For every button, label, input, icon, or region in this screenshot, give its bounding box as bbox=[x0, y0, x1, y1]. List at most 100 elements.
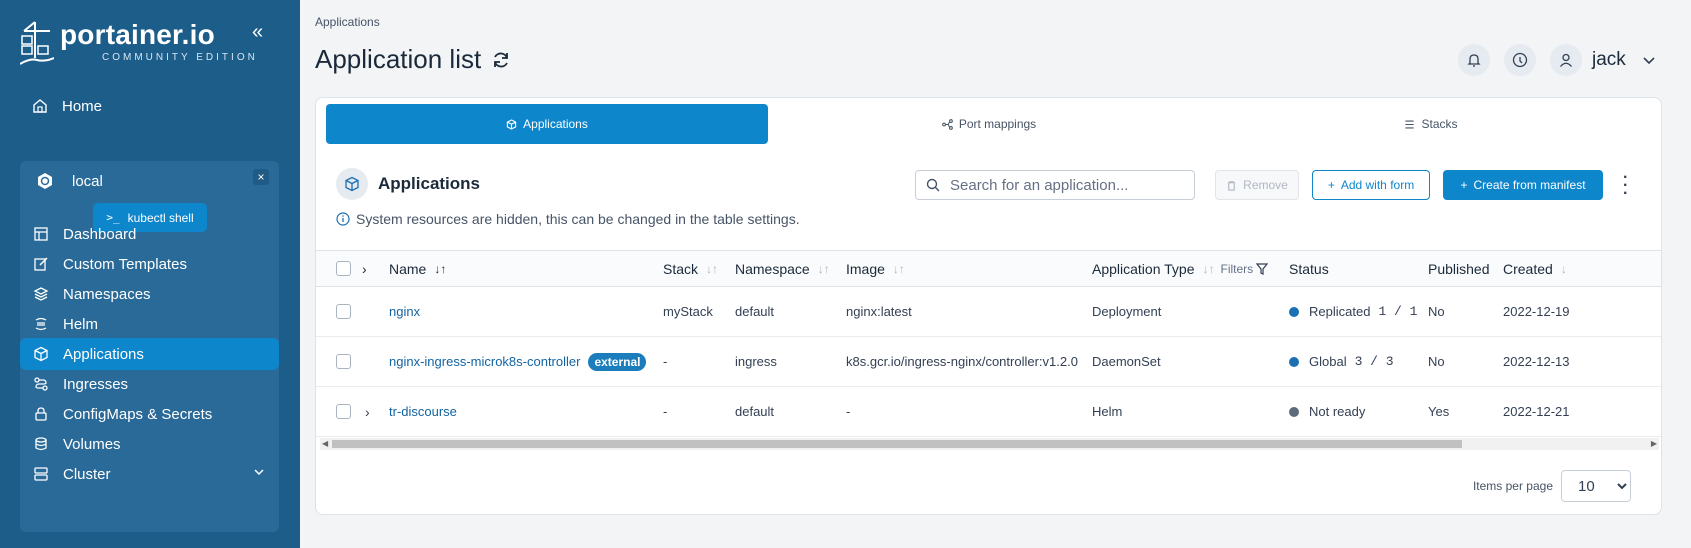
column-label: Published bbox=[1428, 260, 1490, 277]
application-name-link[interactable]: tr-discourse bbox=[389, 404, 457, 419]
chevron-down-icon[interactable] bbox=[1642, 53, 1656, 67]
application-name-link[interactable]: nginx-ingress-microk8s-controller bbox=[389, 354, 580, 369]
add-with-form-label: Add with form bbox=[1340, 178, 1415, 192]
sidebar: portainer.io COMMUNITY EDITION « Home lo… bbox=[0, 0, 300, 548]
sidebar-item-custom-templates[interactable]: Custom Templates bbox=[20, 248, 279, 280]
section-title: Applications bbox=[378, 174, 481, 193]
pagination: Items per page 10 bbox=[1473, 470, 1631, 502]
collapse-sidebar-icon[interactable]: « bbox=[252, 22, 274, 44]
avatar bbox=[1550, 44, 1582, 76]
sidebar-item-label: Custom Templates bbox=[63, 255, 187, 273]
network-icon bbox=[941, 118, 953, 130]
column-label: Created bbox=[1503, 260, 1553, 277]
search-input[interactable] bbox=[950, 176, 1190, 194]
application-name-link[interactable]: nginx bbox=[389, 304, 420, 319]
sidebar-item-label: Dashboard bbox=[63, 225, 137, 243]
select-all-checkbox[interactable] bbox=[336, 261, 351, 276]
scroll-left-icon[interactable]: ◀ bbox=[322, 439, 328, 448]
create-from-manifest-label: Create from manifest bbox=[1473, 178, 1586, 192]
column-label: Namespace bbox=[735, 260, 810, 277]
plus-icon: + bbox=[1460, 178, 1468, 192]
sidebar-item-cluster[interactable]: Cluster bbox=[20, 458, 279, 490]
column-header-application-type[interactable]: Application Type ↓↑ Filters bbox=[1092, 251, 1269, 286]
sidebar-item-label: Home bbox=[62, 97, 103, 115]
sidebar-item-applications[interactable]: Applications bbox=[20, 338, 279, 370]
environment-header: local bbox=[20, 165, 279, 197]
external-badge: external bbox=[588, 352, 647, 371]
sort-icon: ↓↑ bbox=[817, 261, 830, 276]
chevron-down-icon[interactable] bbox=[253, 466, 265, 478]
application-type-cell: Helm bbox=[1092, 404, 1123, 419]
user-name: jack bbox=[1592, 49, 1626, 70]
column-header-namespace[interactable]: Namespace ↓↑ bbox=[735, 251, 830, 286]
image-cell: k8s.gcr.io/ingress-nginx/controller:v1.2… bbox=[846, 354, 1078, 369]
close-environment-icon[interactable]: × bbox=[253, 169, 269, 185]
application-type-cell: DaemonSet bbox=[1092, 354, 1161, 369]
info-text: System resources are hidden, this can be… bbox=[356, 211, 800, 227]
created-cell: 2022-12-13 bbox=[1503, 354, 1570, 369]
user-menu[interactable]: jack bbox=[1550, 44, 1656, 76]
sidebar-item-ingresses[interactable]: Ingresses bbox=[20, 368, 279, 400]
sidebar-item-volumes[interactable]: Volumes bbox=[20, 428, 279, 460]
column-header-image[interactable]: Image ↓↑ bbox=[846, 251, 905, 286]
notifications-button[interactable] bbox=[1458, 44, 1490, 76]
column-header-name[interactable]: Name ↓↑ bbox=[389, 251, 446, 286]
more-options-icon[interactable]: · · · bbox=[1623, 170, 1628, 202]
helm-icon bbox=[35, 317, 47, 331]
scrollbar-thumb[interactable] bbox=[332, 440, 1462, 448]
sidebar-item-helm[interactable]: Helm bbox=[20, 308, 279, 340]
breadcrumb[interactable]: Applications bbox=[315, 15, 380, 29]
remove-button[interactable]: Remove bbox=[1215, 170, 1299, 200]
sort-icon: ↓↑ bbox=[434, 261, 447, 276]
namespace-cell: ingress bbox=[735, 354, 777, 369]
plus-icon: + bbox=[1327, 178, 1335, 192]
filters-button[interactable]: Filters bbox=[1220, 262, 1269, 276]
expand-all-icon[interactable]: › bbox=[362, 261, 367, 277]
published-cell: No bbox=[1428, 304, 1445, 319]
application-type-cell: Deployment bbox=[1092, 304, 1162, 319]
sidebar-item-home[interactable]: Home bbox=[20, 90, 279, 122]
home-icon bbox=[33, 99, 47, 113]
database-icon bbox=[35, 437, 47, 451]
page-title-text: Application list bbox=[315, 44, 482, 74]
tab-port-mappings[interactable]: Port mappings bbox=[768, 104, 1210, 144]
sidebar-item-configmaps-secrets[interactable]: ConfigMaps & Secrets bbox=[20, 398, 279, 430]
sidebar-item-label: Applications bbox=[63, 345, 144, 363]
row-checkbox[interactable] bbox=[336, 404, 351, 419]
column-label: Name bbox=[389, 260, 427, 277]
box-icon bbox=[34, 346, 48, 362]
portainer-logo[interactable]: portainer.io COMMUNITY EDITION bbox=[20, 20, 258, 66]
add-with-form-button[interactable]: + Add with form bbox=[1312, 170, 1430, 200]
search-box[interactable] bbox=[915, 170, 1195, 200]
status-dot bbox=[1289, 356, 1299, 367]
table-row: nginx-ingress-microk8s-controller externa… bbox=[316, 337, 1661, 387]
row-checkbox[interactable] bbox=[336, 304, 351, 319]
sidebar-item-dashboard[interactable]: Dashboard bbox=[20, 218, 279, 250]
row-checkbox[interactable] bbox=[336, 354, 351, 369]
table-row: › tr-discourse - default - Helm Not read… bbox=[316, 387, 1661, 437]
stack-cell: myStack bbox=[663, 304, 713, 319]
sort-icon: ↓↑ bbox=[706, 261, 719, 276]
column-header-created[interactable]: Created ↓ bbox=[1503, 251, 1567, 286]
column-label: Stack bbox=[663, 260, 699, 277]
items-per-page-select[interactable]: 10 bbox=[1561, 470, 1631, 502]
refresh-icon[interactable] bbox=[491, 50, 511, 70]
tab-stacks[interactable]: Stacks bbox=[1210, 104, 1652, 144]
table-row: nginx myStack default nginx:latest Deplo… bbox=[316, 287, 1661, 337]
replica-count: 3 / 3 bbox=[1354, 354, 1394, 369]
sidebar-item-label: Volumes bbox=[63, 435, 121, 453]
box-icon bbox=[506, 118, 517, 130]
scroll-right-icon[interactable]: ▶ bbox=[1651, 439, 1657, 448]
sort-icon: ↓↑ bbox=[892, 261, 905, 276]
horizontal-scrollbar[interactable]: ◀ ▶ bbox=[320, 438, 1659, 450]
bell-icon bbox=[1467, 54, 1481, 67]
create-from-manifest-button[interactable]: + Create from manifest bbox=[1443, 170, 1603, 200]
sidebar-item-label: Namespaces bbox=[63, 285, 151, 303]
column-label: Image bbox=[846, 260, 885, 277]
expand-row-icon[interactable]: › bbox=[365, 404, 370, 420]
help-button[interactable] bbox=[1504, 44, 1536, 76]
tab-applications[interactable]: Applications bbox=[326, 104, 768, 144]
column-header-stack[interactable]: Stack ↓↑ bbox=[663, 251, 718, 286]
status-text: Replicated bbox=[1309, 304, 1371, 319]
sidebar-item-namespaces[interactable]: Namespaces bbox=[20, 278, 279, 310]
